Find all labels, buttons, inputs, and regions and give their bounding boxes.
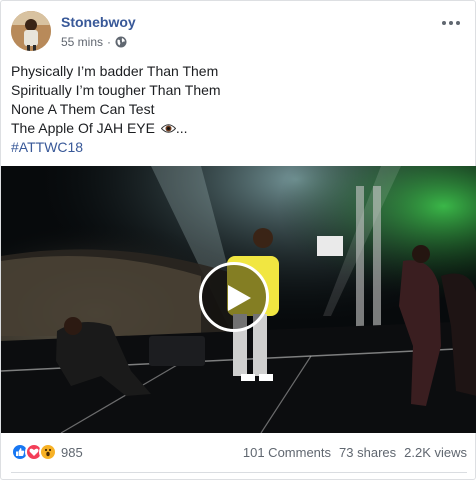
- post-ellipsis: ...: [175, 120, 188, 136]
- post-text: Physically I’m badder Than Them Spiritua…: [11, 62, 467, 157]
- post-line-4: The Apple Of JAH EYE ...: [11, 119, 467, 138]
- wow-icon: [39, 443, 57, 461]
- post-line-4-text: The Apple Of JAH EYE: [11, 120, 155, 136]
- post-meta: 55 mins ·: [61, 35, 127, 49]
- post-stats: 101 Comments 73 shares 2.2K views: [243, 445, 467, 460]
- more-options-icon[interactable]: [439, 15, 463, 31]
- eye-emoji: [160, 124, 176, 133]
- meta-separator: ·: [107, 35, 112, 49]
- video-player[interactable]: [1, 166, 476, 433]
- author-avatar[interactable]: [11, 11, 51, 51]
- post-time[interactable]: 55 mins: [61, 35, 103, 49]
- globe-icon[interactable]: [115, 36, 127, 48]
- hashtag-link[interactable]: #ATTWC18: [11, 138, 467, 157]
- post-header: Stonebwoy 55 mins ·: [11, 11, 467, 53]
- post-line-3: None A Them Can Test: [11, 101, 155, 117]
- reaction-count: 985: [61, 444, 83, 460]
- play-icon: [228, 285, 251, 311]
- shares-count[interactable]: 73 shares: [339, 445, 396, 460]
- post-line-2: Spiritually I’m tougher Than Them: [11, 82, 221, 98]
- comments-count[interactable]: 101 Comments: [243, 445, 331, 460]
- avatar-image: [11, 11, 51, 51]
- author-name[interactable]: Stonebwoy: [61, 14, 136, 30]
- play-button[interactable]: [199, 262, 269, 332]
- views-count[interactable]: 2.2K views: [404, 445, 467, 460]
- post-line-1: Physically I’m badder Than Them: [11, 63, 219, 79]
- post-card: Stonebwoy 55 mins · Physically I’m badde…: [0, 0, 476, 480]
- footer-divider: [11, 472, 467, 473]
- reactions-summary[interactable]: 985: [11, 443, 83, 461]
- post-footer: 985 101 Comments 73 shares 2.2K views: [11, 441, 467, 465]
